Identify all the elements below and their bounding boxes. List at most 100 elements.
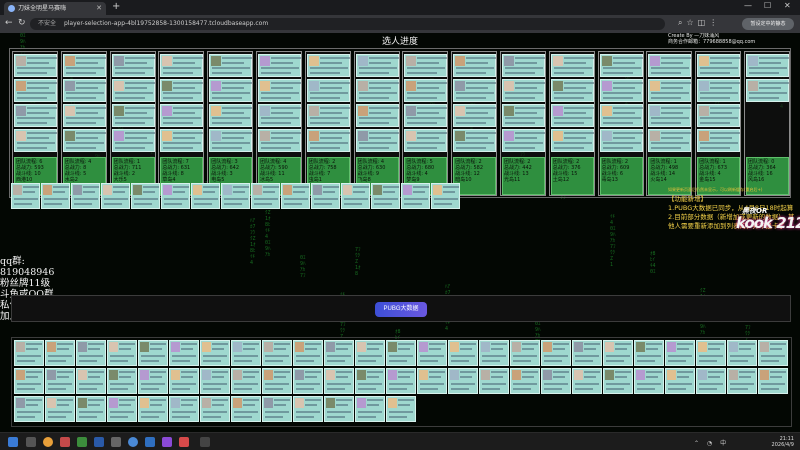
player-card[interactable]	[550, 104, 594, 127]
player-card[interactable]	[138, 340, 168, 366]
player-card[interactable]	[431, 183, 460, 209]
search-icon[interactable]	[26, 437, 36, 447]
player-card[interactable]	[758, 340, 788, 366]
player-card[interactable]	[62, 104, 106, 127]
player-card[interactable]	[758, 368, 788, 394]
app-icon[interactable]	[179, 437, 189, 447]
player-card[interactable]	[502, 79, 545, 102]
player-card[interactable]	[386, 368, 416, 394]
player-card[interactable]	[306, 129, 350, 152]
player-card[interactable]	[209, 104, 253, 127]
player-card[interactable]	[510, 368, 540, 394]
player-card[interactable]	[453, 79, 497, 102]
player-card[interactable]	[417, 340, 447, 366]
player-card[interactable]	[293, 368, 323, 394]
player-card[interactable]	[746, 54, 789, 77]
player-card[interactable]	[648, 79, 692, 102]
player-card[interactable]	[453, 54, 497, 77]
player-card[interactable]	[727, 340, 757, 366]
player-card[interactable]	[14, 340, 44, 366]
player-card[interactable]	[599, 79, 643, 102]
player-card[interactable]	[14, 54, 57, 77]
reload-icon[interactable]: ↻	[18, 18, 26, 28]
player-card[interactable]	[550, 54, 594, 77]
player-card[interactable]	[262, 340, 292, 366]
player-card[interactable]	[131, 183, 160, 209]
player-card[interactable]	[11, 183, 40, 209]
player-card[interactable]	[599, 129, 643, 152]
player-card[interactable]	[62, 129, 106, 152]
player-card[interactable]	[510, 340, 540, 366]
player-card[interactable]	[111, 129, 155, 152]
player-card[interactable]	[14, 368, 44, 394]
player-card[interactable]	[746, 79, 789, 102]
player-card[interactable]	[306, 79, 350, 102]
player-card[interactable]	[479, 340, 509, 366]
player-card[interactable]	[111, 79, 155, 102]
player-card[interactable]	[76, 368, 106, 394]
player-card[interactable]	[221, 183, 250, 209]
player-card[interactable]	[603, 368, 633, 394]
player-card[interactable]	[160, 79, 204, 102]
player-card[interactable]	[417, 368, 447, 394]
player-card[interactable]	[138, 368, 168, 394]
player-card[interactable]	[386, 340, 416, 366]
player-card[interactable]	[262, 396, 292, 422]
app-icon[interactable]	[111, 437, 121, 447]
player-card[interactable]	[634, 368, 664, 394]
toolbar-icons[interactable]: ⌕☆◫⋮	[678, 18, 721, 28]
app-icon[interactable]	[200, 437, 210, 447]
player-card[interactable]	[355, 396, 385, 422]
player-card[interactable]	[62, 54, 106, 77]
player-card[interactable]	[107, 396, 137, 422]
player-card[interactable]	[404, 129, 448, 152]
player-card[interactable]	[251, 183, 280, 209]
player-card[interactable]	[634, 340, 664, 366]
player-card[interactable]	[62, 79, 106, 102]
player-card[interactable]	[572, 368, 602, 394]
player-card[interactable]	[572, 340, 602, 366]
chat-app-icon[interactable]	[77, 437, 87, 447]
player-card[interactable]	[101, 183, 130, 209]
player-card[interactable]	[209, 79, 253, 102]
player-card[interactable]	[169, 368, 199, 394]
player-card[interactable]	[648, 54, 692, 77]
player-card[interactable]	[311, 183, 340, 209]
player-card[interactable]	[355, 104, 399, 127]
player-card[interactable]	[14, 396, 44, 422]
player-card[interactable]	[258, 54, 301, 77]
player-card[interactable]	[355, 54, 399, 77]
player-card[interactable]	[502, 129, 545, 152]
player-card[interactable]	[200, 368, 230, 394]
edge-icon[interactable]	[145, 437, 155, 447]
player-card[interactable]	[160, 54, 204, 77]
player-card[interactable]	[71, 183, 100, 209]
close-tab-icon[interactable]: ✕	[96, 2, 102, 15]
player-card[interactable]	[138, 396, 168, 422]
chrome-icon[interactable]	[43, 437, 53, 447]
player-card[interactable]	[355, 79, 399, 102]
player-card[interactable]	[603, 340, 633, 366]
player-card[interactable]	[169, 340, 199, 366]
player-card[interactable]	[111, 104, 155, 127]
player-card[interactable]	[231, 396, 261, 422]
player-card[interactable]	[45, 340, 75, 366]
player-card[interactable]	[697, 79, 741, 102]
player-card[interactable]	[161, 183, 190, 209]
player-card[interactable]	[355, 129, 399, 152]
player-card[interactable]	[599, 104, 643, 127]
player-card[interactable]	[262, 368, 292, 394]
player-card[interactable]	[448, 368, 478, 394]
player-card[interactable]	[541, 368, 571, 394]
player-card[interactable]	[401, 183, 430, 209]
player-card[interactable]	[697, 129, 741, 152]
player-card[interactable]	[550, 129, 594, 152]
player-card[interactable]	[160, 104, 204, 127]
player-card[interactable]	[76, 340, 106, 366]
player-card[interactable]	[665, 340, 695, 366]
player-card[interactable]	[200, 340, 230, 366]
player-card[interactable]	[14, 104, 57, 127]
player-card[interactable]	[355, 368, 385, 394]
app-icon[interactable]	[60, 437, 70, 447]
player-card[interactable]	[200, 396, 230, 422]
